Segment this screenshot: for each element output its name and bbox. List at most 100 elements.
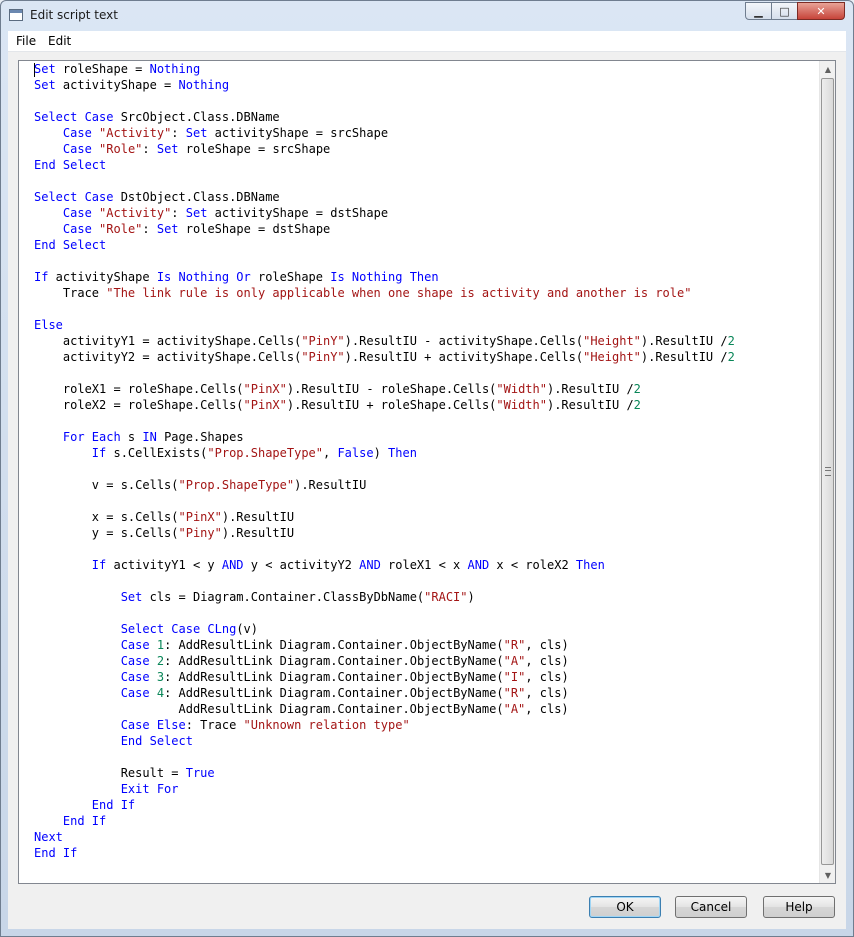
close-button[interactable]: ✕: [797, 2, 845, 20]
code-line: Case 1: AddResultLink Diagram.Container.…: [34, 637, 735, 653]
code-text: y = s.Cells(: [34, 526, 179, 540]
code-keyword: Select Case: [34, 190, 114, 204]
code-text: ).ResultIU /: [640, 334, 728, 348]
code-string: "A": [503, 702, 526, 716]
code-line: Result = True: [34, 765, 735, 781]
code-line: v = s.Cells("Prop.ShapeType").ResultIU: [34, 477, 735, 493]
scrollbar-grip-icon: [825, 467, 831, 476]
menu-file[interactable]: File: [16, 34, 36, 48]
code-line: Case "Role": Set roleShape = dstShape: [34, 221, 735, 237]
code-text: ).ResultIU - activityShape.Cells(: [344, 334, 584, 348]
code-line: Case "Activity": Set activityShape = src…: [34, 125, 735, 141]
code-keyword: AND: [221, 558, 244, 572]
code-string: "Height": [583, 334, 641, 348]
code-string: "Height": [583, 350, 641, 364]
code-line: Exit For: [34, 781, 735, 797]
code-line: End Select: [34, 733, 735, 749]
code-text: s: [120, 430, 143, 444]
scrollbar-thumb[interactable]: [821, 78, 834, 865]
code-keyword: Is Nothing Then: [330, 270, 439, 284]
code-keyword: If: [34, 270, 49, 284]
code-text: ): [467, 590, 475, 604]
code-keyword: Select Case: [34, 110, 114, 124]
scroll-up-arrow-icon: ▲: [824, 64, 832, 74]
code-keyword: If: [91, 446, 107, 460]
code-string: "Activity": [99, 126, 172, 140]
code-text: ).ResultIU /: [546, 382, 634, 396]
code-text: AddResultLink Diagram.Container.ObjectBy…: [34, 702, 504, 716]
code-keyword: True: [185, 766, 215, 780]
code-line: x = s.Cells("PinX").ResultIU: [34, 509, 735, 525]
script-editor[interactable]: Set roleShape = Nothing Set activityShape…: [18, 60, 836, 884]
code-line: Set activityShape = Nothing: [34, 77, 735, 93]
code-line: Case "Role": Set roleShape = srcShape: [34, 141, 735, 157]
code-string: "PinY": [301, 350, 345, 364]
code-text: : Trace: [185, 718, 244, 732]
code-keyword: Is Nothing Or: [156, 270, 251, 284]
code-text: :: [171, 126, 186, 140]
close-icon: ✕: [816, 4, 826, 18]
code-keyword: Set: [34, 78, 56, 92]
code-text: : AddResultLink Diagram.Container.Object…: [164, 654, 504, 668]
code-text: cls = Diagram.Container.ClassByDbName(: [142, 590, 425, 604]
scroll-up-button[interactable]: ▲: [820, 61, 835, 77]
vertical-scrollbar[interactable]: ▲ ▼: [819, 61, 835, 883]
code-string: "Role": [99, 222, 143, 236]
code-text: activityShape = dstShape: [207, 206, 389, 220]
menu-edit[interactable]: Edit: [48, 34, 71, 48]
code-string: "I": [503, 670, 526, 684]
code-number: 2: [633, 398, 641, 412]
code-string: "A": [503, 654, 526, 668]
cancel-button[interactable]: Cancel: [675, 896, 747, 918]
code-line: End If: [34, 797, 735, 813]
code-line: roleX2 = roleShape.Cells("PinX").ResultI…: [34, 397, 735, 413]
code-keyword: Set: [185, 126, 208, 140]
code-line: If activityShape Is Nothing Or roleShape…: [34, 269, 735, 285]
code-string: "PinY": [301, 334, 345, 348]
code-line: If activityY1 < y AND y < activityY2 AND…: [34, 557, 735, 573]
code-text: ).ResultIU + activityShape.Cells(: [344, 350, 584, 364]
code-keyword: Exit For: [120, 782, 179, 796]
ok-button[interactable]: OK: [589, 896, 661, 918]
code-keyword: Next: [34, 830, 63, 844]
minimize-button[interactable]: ▁: [745, 2, 772, 20]
code-text: ).ResultIU /: [640, 350, 728, 364]
code-text: activityShape =: [55, 78, 179, 92]
code-line: Trace "The link rule is only applicable …: [34, 285, 735, 301]
code-text: s.CellExists(: [106, 446, 208, 460]
code-line: activityY1 = activityShape.Cells("PinY")…: [34, 333, 735, 349]
code-keyword: AND: [359, 558, 381, 572]
code-line: Case "Activity": Set activityShape = dst…: [34, 205, 735, 221]
code-text: , cls): [525, 702, 569, 716]
title-bar[interactable]: Edit script text ▁ □ ✕: [1, 1, 853, 31]
code-keyword: CLng: [207, 622, 237, 636]
window-app-icon: [9, 9, 23, 21]
code-string: "Width": [496, 398, 547, 412]
code-keyword: Nothing: [178, 78, 230, 92]
code-text: v = s.Cells(: [34, 478, 179, 492]
maximize-button[interactable]: □: [771, 2, 798, 20]
code-line: AddResultLink Diagram.Container.ObjectBy…: [34, 701, 735, 717]
code-text: roleShape = srcShape: [178, 142, 331, 156]
menu-bar: File Edit: [8, 31, 846, 52]
code-line: Next: [34, 829, 735, 845]
code-line: If s.CellExists("Prop.ShapeType", False)…: [34, 445, 735, 461]
help-button[interactable]: Help: [763, 896, 835, 918]
code-keyword: Set: [156, 142, 179, 156]
scroll-down-button[interactable]: ▼: [820, 867, 835, 883]
